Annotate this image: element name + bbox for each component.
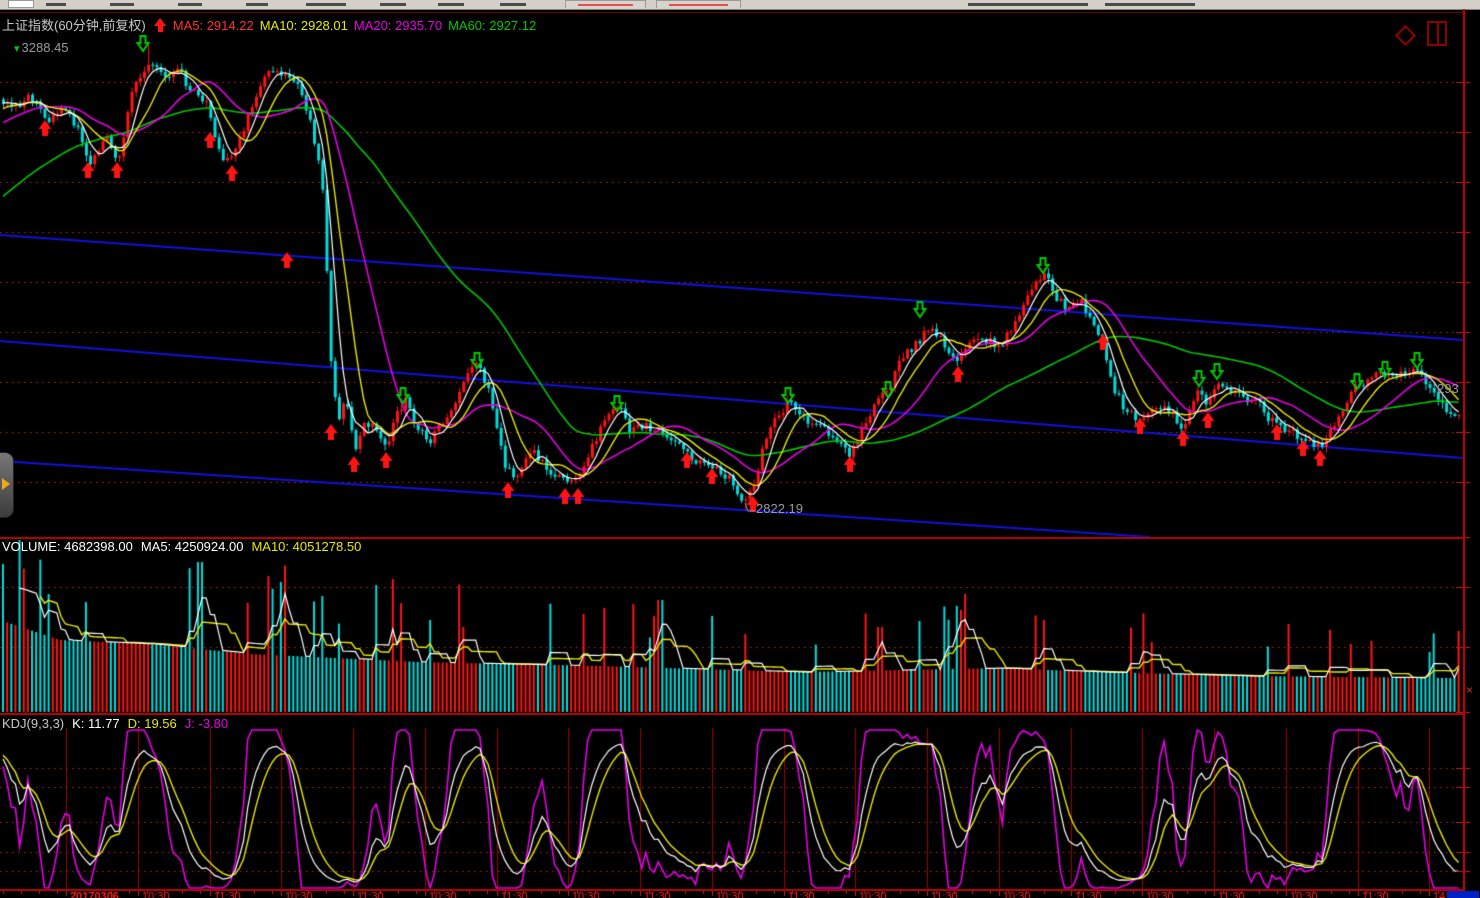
expand-arrow-icon	[2, 478, 10, 490]
chart-canvas[interactable]	[0, 0, 1480, 898]
toolbar-button-right[interactable]	[656, 0, 741, 8]
menu-bar[interactable]	[0, 0, 1480, 10]
toolbar-button-left[interactable]	[565, 0, 646, 8]
menu-item[interactable]	[46, 3, 66, 6]
right-border	[1463, 9, 1465, 898]
kdj-j-value: J: -3.80	[185, 716, 228, 731]
time-axis-line	[0, 889, 1464, 891]
ma20-value: MA20: 2935.70	[354, 18, 442, 33]
menu-item[interactable]	[380, 3, 406, 6]
main-chart-header: 上证指数(60分钟,前复权) MA5: 2914.22 MA10: 2928.01 M…	[2, 15, 542, 34]
menu-right-text	[1105, 3, 1195, 6]
sidebar-expand-tab[interactable]	[0, 452, 14, 518]
menu-item[interactable]	[246, 3, 268, 6]
menu-item[interactable]	[306, 3, 346, 6]
high-price-label: ▾3288.45	[14, 40, 69, 55]
axis-selection-block	[1447, 891, 1479, 898]
buy-signal-icon	[154, 18, 167, 32]
chart-top-border	[0, 12, 1464, 13]
kdj-k-value: K: 11.77	[72, 716, 119, 731]
ma60-value: MA60: 2927.12	[448, 18, 536, 33]
menu-item[interactable]	[500, 3, 526, 6]
ma10-value: MA10: 2928.01	[260, 18, 348, 33]
split-window-icon[interactable]	[1427, 21, 1447, 46]
kdj-header: KDJ(9,3,3) K: 11.77 D: 19.56 J: -3.80	[2, 716, 236, 731]
kdj-d-value: D: 19.56	[128, 716, 177, 731]
divider-main-volume[interactable]	[0, 537, 1464, 539]
ma5-value: MA5: 2914.22	[173, 18, 254, 33]
menu-right-text	[968, 3, 1088, 6]
close-panel-icon[interactable]: ×	[1466, 684, 1473, 696]
volume-header: VOLUME: 4682398.00 MA5: 4250924.00 MA10: 4…	[2, 539, 369, 554]
divider-volume-kdj[interactable]	[0, 713, 1464, 715]
menu-item[interactable]	[438, 3, 464, 6]
last-price-label: 293	[1437, 381, 1464, 396]
kdj-name: KDJ(9,3,3)	[2, 716, 64, 731]
volume-ma5-value: MA5: 4250924.00	[141, 539, 244, 554]
chart-title: 上证指数(60分钟,前复权)	[2, 18, 146, 33]
high-marker-icon: ▾	[14, 43, 20, 55]
low-price-label: 2822.19	[756, 501, 803, 516]
menu-file-icon[interactable]	[8, 0, 34, 8]
menu-item[interactable]	[110, 3, 134, 6]
volume-value: VOLUME: 4682398.00	[2, 539, 133, 554]
menu-item[interactable]	[178, 3, 202, 6]
volume-ma10-value: MA10: 4051278.50	[251, 539, 361, 554]
